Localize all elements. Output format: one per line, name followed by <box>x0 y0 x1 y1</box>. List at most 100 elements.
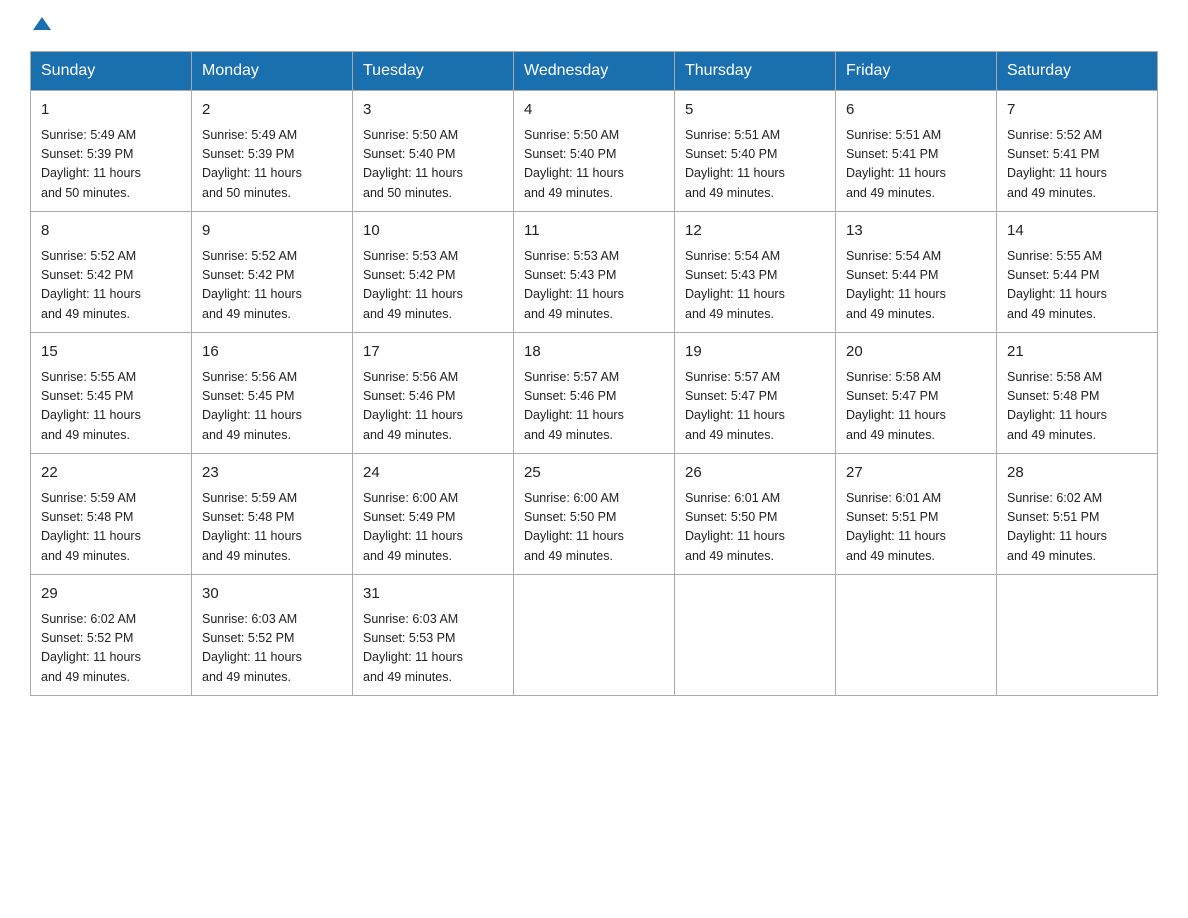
day-info: Sunrise: 5:53 AMSunset: 5:42 PMDaylight:… <box>363 247 503 325</box>
day-info: Sunrise: 5:51 AMSunset: 5:40 PMDaylight:… <box>685 126 825 204</box>
day-info: Sunrise: 5:57 AMSunset: 5:46 PMDaylight:… <box>524 368 664 446</box>
calendar-cell: 13 Sunrise: 5:54 AMSunset: 5:44 PMDayligh… <box>836 212 997 333</box>
weekday-header-sunday: Sunday <box>31 52 192 91</box>
day-info: Sunrise: 6:00 AMSunset: 5:49 PMDaylight:… <box>363 489 503 567</box>
day-number: 31 <box>363 583 503 606</box>
weekday-header-friday: Friday <box>836 52 997 91</box>
day-number: 4 <box>524 99 664 122</box>
calendar-cell: 12 Sunrise: 5:54 AMSunset: 5:43 PMDayligh… <box>675 212 836 333</box>
calendar-cell: 4 Sunrise: 5:50 AMSunset: 5:40 PMDaylight… <box>514 91 675 212</box>
day-number: 2 <box>202 99 342 122</box>
day-info: Sunrise: 6:00 AMSunset: 5:50 PMDaylight:… <box>524 489 664 567</box>
logo <box>30 20 51 33</box>
day-info: Sunrise: 5:49 AMSunset: 5:39 PMDaylight:… <box>41 126 181 204</box>
day-number: 12 <box>685 220 825 243</box>
day-info: Sunrise: 6:03 AMSunset: 5:52 PMDaylight:… <box>202 610 342 688</box>
calendar-cell: 27 Sunrise: 6:01 AMSunset: 5:51 PMDayligh… <box>836 454 997 575</box>
day-number: 23 <box>202 462 342 485</box>
weekday-header-tuesday: Tuesday <box>353 52 514 91</box>
day-info: Sunrise: 5:53 AMSunset: 5:43 PMDaylight:… <box>524 247 664 325</box>
day-number: 22 <box>41 462 181 485</box>
weekday-header-thursday: Thursday <box>675 52 836 91</box>
day-number: 30 <box>202 583 342 606</box>
day-info: Sunrise: 5:59 AMSunset: 5:48 PMDaylight:… <box>41 489 181 567</box>
day-number: 14 <box>1007 220 1147 243</box>
calendar-cell <box>997 575 1158 696</box>
day-number: 17 <box>363 341 503 364</box>
day-info: Sunrise: 5:50 AMSunset: 5:40 PMDaylight:… <box>524 126 664 204</box>
calendar-cell: 9 Sunrise: 5:52 AMSunset: 5:42 PMDaylight… <box>192 212 353 333</box>
day-number: 26 <box>685 462 825 485</box>
calendar-cell: 30 Sunrise: 6:03 AMSunset: 5:52 PMDayligh… <box>192 575 353 696</box>
day-number: 21 <box>1007 341 1147 364</box>
day-number: 1 <box>41 99 181 122</box>
calendar-cell: 6 Sunrise: 5:51 AMSunset: 5:41 PMDaylight… <box>836 91 997 212</box>
day-number: 9 <box>202 220 342 243</box>
calendar-week-row-4: 22 Sunrise: 5:59 AMSunset: 5:48 PMDayligh… <box>31 454 1158 575</box>
calendar-cell: 8Sunrise: 5:52 AMSunset: 5:42 PMDaylight… <box>31 212 192 333</box>
day-number: 24 <box>363 462 503 485</box>
calendar-week-row-1: 1 Sunrise: 5:49 AMSunset: 5:39 PMDaylight… <box>31 91 1158 212</box>
calendar-cell <box>836 575 997 696</box>
page-header <box>30 20 1158 33</box>
calendar-cell: 3 Sunrise: 5:50 AMSunset: 5:40 PMDaylight… <box>353 91 514 212</box>
calendar-cell: 16 Sunrise: 5:56 AMSunset: 5:45 PMDayligh… <box>192 333 353 454</box>
day-info: Sunrise: 5:58 AMSunset: 5:47 PMDaylight:… <box>846 368 986 446</box>
calendar-cell: 26 Sunrise: 6:01 AMSunset: 5:50 PMDayligh… <box>675 454 836 575</box>
calendar-cell <box>514 575 675 696</box>
day-info: Sunrise: 5:51 AMSunset: 5:41 PMDaylight:… <box>846 126 986 204</box>
day-info: Sunrise: 5:54 AMSunset: 5:43 PMDaylight:… <box>685 247 825 325</box>
weekday-header-monday: Monday <box>192 52 353 91</box>
calendar-cell: 11 Sunrise: 5:53 AMSunset: 5:43 PMDayligh… <box>514 212 675 333</box>
calendar-cell: 31 Sunrise: 6:03 AMSunset: 5:53 PMDayligh… <box>353 575 514 696</box>
day-number: 11 <box>524 220 664 243</box>
calendar-cell <box>675 575 836 696</box>
day-info: Sunrise: 6:02 AMSunset: 5:52 PMDaylight:… <box>41 610 181 688</box>
logo-triangle-icon <box>33 17 51 30</box>
day-info: Sunrise: 6:01 AMSunset: 5:50 PMDaylight:… <box>685 489 825 567</box>
day-info: Sunrise: 5:57 AMSunset: 5:47 PMDaylight:… <box>685 368 825 446</box>
day-info: Sunrise: 6:03 AMSunset: 5:53 PMDaylight:… <box>363 610 503 688</box>
calendar-week-row-2: 8Sunrise: 5:52 AMSunset: 5:42 PMDaylight… <box>31 212 1158 333</box>
day-info: Sunrise: 5:56 AMSunset: 5:45 PMDaylight:… <box>202 368 342 446</box>
calendar-cell: 5 Sunrise: 5:51 AMSunset: 5:40 PMDaylight… <box>675 91 836 212</box>
calendar-cell: 18 Sunrise: 5:57 AMSunset: 5:46 PMDayligh… <box>514 333 675 454</box>
day-number: 5 <box>685 99 825 122</box>
day-number: 25 <box>524 462 664 485</box>
calendar-week-row-3: 15 Sunrise: 5:55 AMSunset: 5:45 PMDayligh… <box>31 333 1158 454</box>
day-number: 27 <box>846 462 986 485</box>
day-info: Sunrise: 5:50 AMSunset: 5:40 PMDaylight:… <box>363 126 503 204</box>
day-number: 19 <box>685 341 825 364</box>
day-info: Sunrise: 5:54 AMSunset: 5:44 PMDaylight:… <box>846 247 986 325</box>
day-info: Sunrise: 5:52 AMSunset: 5:41 PMDaylight:… <box>1007 126 1147 204</box>
calendar-cell: 23Sunrise: 5:59 AMSunset: 5:48 PMDayligh… <box>192 454 353 575</box>
calendar-cell: 15 Sunrise: 5:55 AMSunset: 5:45 PMDayligh… <box>31 333 192 454</box>
day-info: Sunrise: 6:01 AMSunset: 5:51 PMDaylight:… <box>846 489 986 567</box>
calendar-cell: 22 Sunrise: 5:59 AMSunset: 5:48 PMDayligh… <box>31 454 192 575</box>
calendar-cell: 24 Sunrise: 6:00 AMSunset: 5:49 PMDayligh… <box>353 454 514 575</box>
day-info: Sunrise: 6:02 AMSunset: 5:51 PMDaylight:… <box>1007 489 1147 567</box>
day-info: Sunrise: 5:55 AMSunset: 5:45 PMDaylight:… <box>41 368 181 446</box>
day-number: 16 <box>202 341 342 364</box>
day-info: Sunrise: 5:49 AMSunset: 5:39 PMDaylight:… <box>202 126 342 204</box>
calendar-table: SundayMondayTuesdayWednesdayThursdayFrid… <box>30 51 1158 696</box>
calendar-cell: 17Sunrise: 5:56 AMSunset: 5:46 PMDayligh… <box>353 333 514 454</box>
weekday-header-saturday: Saturday <box>997 52 1158 91</box>
day-number: 7 <box>1007 99 1147 122</box>
calendar-cell: 7 Sunrise: 5:52 AMSunset: 5:41 PMDaylight… <box>997 91 1158 212</box>
day-number: 18 <box>524 341 664 364</box>
day-number: 13 <box>846 220 986 243</box>
calendar-cell: 19 Sunrise: 5:57 AMSunset: 5:47 PMDayligh… <box>675 333 836 454</box>
day-number: 29 <box>41 583 181 606</box>
calendar-cell: 28Sunrise: 6:02 AMSunset: 5:51 PMDayligh… <box>997 454 1158 575</box>
day-info: Sunrise: 5:52 AMSunset: 5:42 PMDaylight:… <box>202 247 342 325</box>
calendar-cell: 1 Sunrise: 5:49 AMSunset: 5:39 PMDaylight… <box>31 91 192 212</box>
day-number: 6 <box>846 99 986 122</box>
day-number: 3 <box>363 99 503 122</box>
calendar-cell: 20Sunrise: 5:58 AMSunset: 5:47 PMDayligh… <box>836 333 997 454</box>
weekday-header-row: SundayMondayTuesdayWednesdayThursdayFrid… <box>31 52 1158 91</box>
day-info: Sunrise: 5:58 AMSunset: 5:48 PMDaylight:… <box>1007 368 1147 446</box>
calendar-week-row-5: 29 Sunrise: 6:02 AMSunset: 5:52 PMDayligh… <box>31 575 1158 696</box>
day-number: 15 <box>41 341 181 364</box>
day-number: 10 <box>363 220 503 243</box>
